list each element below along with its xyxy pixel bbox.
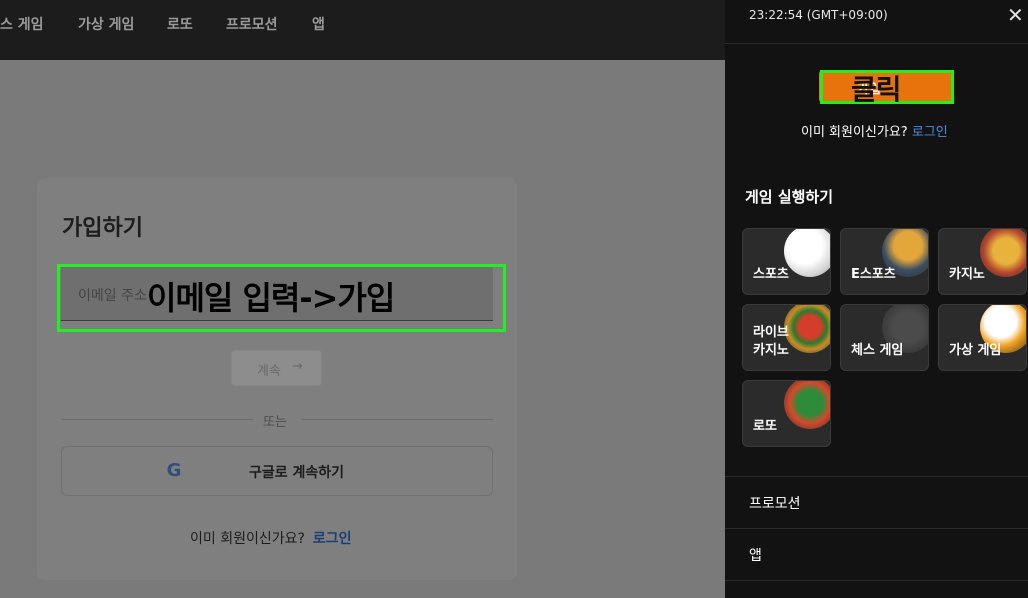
nav-item-lotto[interactable]: 로또 xyxy=(167,14,193,34)
section-title-games: 게임 실행하기 xyxy=(745,188,834,206)
divider xyxy=(725,43,1028,44)
menu-item-app[interactable]: 앱 xyxy=(749,545,762,565)
google-signin-button[interactable]: G 구글로 계속하기 xyxy=(61,446,493,496)
drawer-login-link[interactable]: 로그인 xyxy=(912,125,948,140)
login-prompt-text: 이미 회원이신가요? xyxy=(190,531,305,547)
tile-casino[interactable]: 카지노 xyxy=(938,228,1027,295)
divider-right xyxy=(301,419,493,420)
tile-esports[interactable]: E스포츠 xyxy=(840,228,929,295)
card-login-prompt: 이미 회원이신가요? 로그인 xyxy=(190,528,352,548)
lotto-balls-icon xyxy=(784,381,830,429)
tile-virtual[interactable]: 가상 게임 xyxy=(938,304,1027,371)
roulette-icon xyxy=(784,305,830,353)
tile-chess[interactable]: 체스 게임 xyxy=(840,304,929,371)
slot-machine-icon xyxy=(980,229,1026,277)
nav-item-chess[interactable]: 스 게임 xyxy=(0,14,44,34)
top-nav: 스 게임 가상 게임 로또 프로모션 앱 xyxy=(0,0,725,60)
menu-item-promotions[interactable]: 프로모션 xyxy=(749,493,801,513)
nav-item-virtual[interactable]: 가상 게임 xyxy=(78,14,134,34)
divider xyxy=(725,580,1028,581)
signup-title: 가입하기 xyxy=(62,216,143,241)
arrow-right-icon: → xyxy=(292,359,303,374)
continue-button[interactable]: 계속 → xyxy=(231,350,322,386)
tile-live-casino[interactable]: 라이브 카지노 xyxy=(742,304,831,371)
continue-label: 계속 xyxy=(257,364,281,379)
signup-hint-annotation: 클릭 xyxy=(851,73,902,106)
divider-text: 또는 xyxy=(263,415,287,430)
drawer-login-prompt: 이미 회원이신가요? 로그인 xyxy=(801,121,948,140)
divider-left xyxy=(61,419,253,420)
nav-item-app[interactable]: 앱 xyxy=(312,14,325,34)
tile-lotto[interactable]: 로또 xyxy=(742,380,831,447)
soccer-ball-icon xyxy=(784,229,830,277)
google-icon: G xyxy=(166,460,182,481)
tile-sports[interactable]: 스포츠 xyxy=(742,228,831,295)
tile-label: 스포츠 xyxy=(753,267,789,282)
divider xyxy=(725,476,1028,477)
side-drawer: 23:22:54 (GMT+09:00) ✕ 가입 클릭 이미 회원이신가요? … xyxy=(725,0,1028,598)
email-hint-annotation: 이메일 입력->가입 xyxy=(147,279,395,317)
nav-item-promotions[interactable]: 프로모션 xyxy=(226,14,278,34)
close-icon[interactable]: ✕ xyxy=(1007,3,1024,27)
divider xyxy=(725,528,1028,529)
clock-time: 23:22:54 (GMT+09:00) xyxy=(749,8,888,22)
tile-label: 체스 게임 xyxy=(851,343,904,358)
login-link[interactable]: 로그인 xyxy=(313,531,352,547)
tile-label: 카지노 xyxy=(949,267,985,282)
tile-label: 가상 게임 xyxy=(949,343,1002,358)
google-label: 구글로 계속하기 xyxy=(249,465,345,481)
tile-label: 로또 xyxy=(753,419,777,434)
drawer-login-text: 이미 회원이신가요? xyxy=(801,125,908,140)
tile-label: E스포츠 xyxy=(851,267,896,282)
tile-label: 라이브 카지노 xyxy=(753,325,789,358)
signup-card: 가입하기 이메일 주소 계속 → 또는 G 구글로 계속하기 이미 회원이신가요… xyxy=(37,178,517,580)
